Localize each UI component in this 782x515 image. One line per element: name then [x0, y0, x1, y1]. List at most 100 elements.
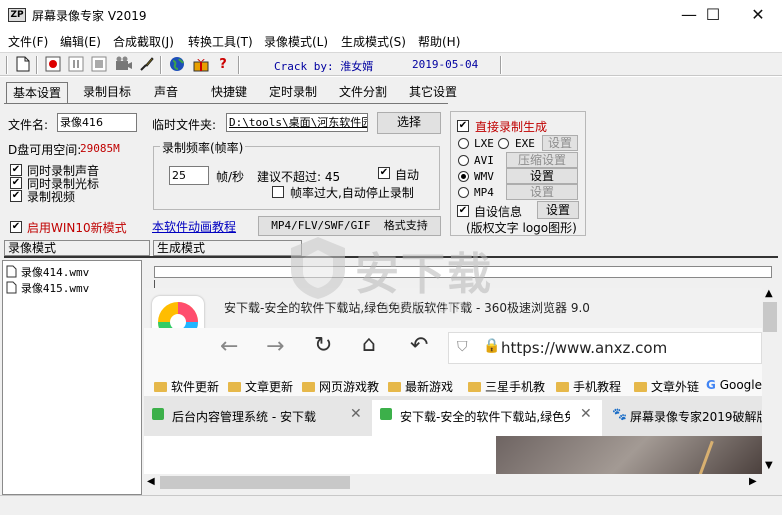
bookmark-item[interactable]: 文章更新: [228, 378, 293, 395]
browser-tab[interactable]: 🐾 屏幕录像专家2019破解版: [602, 400, 762, 432]
watermark-url: anxz.com: [379, 296, 466, 317]
menu-edit[interactable]: 编辑(E): [60, 33, 101, 50]
browser-tab-active[interactable]: 安下载-安全的软件下载站,绿色免 ✕: [372, 400, 602, 436]
video-checkbox-label: 录制视频: [27, 190, 76, 204]
vertical-scrollbar[interactable]: ▲ ▼: [762, 288, 778, 474]
tab-close-icon[interactable]: ✕: [350, 406, 362, 422]
new-file-icon[interactable]: [14, 56, 32, 74]
bookmark-item[interactable]: 软件更新: [154, 378, 219, 395]
stop-icon[interactable]: [90, 56, 108, 74]
help-icon[interactable]: ?: [214, 56, 232, 74]
menu-help[interactable]: 帮助(H): [418, 33, 460, 50]
auto-fps-checkbox[interactable]: ✔: [378, 167, 390, 179]
vertical-scroll-thumb[interactable]: [763, 302, 777, 332]
wmv-radio[interactable]: [458, 171, 469, 182]
menu-compose[interactable]: 合成截取(J): [113, 33, 174, 50]
self-info-settings-button[interactable]: 设置: [537, 201, 579, 219]
tab-file-split[interactable]: 文件分割: [334, 82, 392, 104]
menu-record-mode[interactable]: 录像模式(L): [264, 33, 328, 50]
avi-label: AVI: [474, 154, 494, 167]
win10-mode-checkbox[interactable]: ✔: [10, 221, 22, 233]
generate-mode-header: 生成模式: [153, 240, 302, 256]
page-content-photo: [496, 436, 762, 474]
tab-record-target[interactable]: 录制目标: [76, 82, 138, 104]
exe-radio[interactable]: [498, 138, 509, 149]
bookmark-item[interactable]: 网页游戏教: [302, 378, 379, 395]
win10-mode-label: 启用WIN10新模式: [27, 221, 127, 235]
tab-close-icon[interactable]: ✕: [580, 406, 592, 422]
sound-checkbox[interactable]: ✔: [10, 164, 22, 176]
bookmark-item[interactable]: 最新游戏: [388, 378, 453, 395]
wmv-settings-button[interactable]: 设置: [506, 168, 578, 184]
camera-icon[interactable]: [115, 56, 133, 74]
browse-button[interactable]: 选择: [377, 112, 441, 134]
fps-hint: 建议不超过: 45: [257, 170, 341, 184]
horizontal-scroll-thumb[interactable]: [160, 476, 350, 489]
file-list: 录像414.wmv 录像415.wmv: [2, 260, 142, 495]
cursor-checkbox[interactable]: ✔: [10, 177, 22, 189]
tab-other-settings[interactable]: 其它设置: [402, 82, 464, 104]
tab-scheduled-record[interactable]: 定时录制: [264, 82, 322, 104]
pause-icon[interactable]: [67, 56, 85, 74]
bookmark-item[interactable]: 三星手机教: [468, 378, 545, 395]
tutorial-link[interactable]: 本软件动画教程: [152, 218, 236, 235]
scroll-down-icon[interactable]: ▼: [765, 460, 773, 471]
mp4-radio[interactable]: [458, 187, 469, 198]
menu-bar: 文件(F) 编辑(E) 合成截取(J) 转换工具(T) 录像模式(L) 生成模式…: [0, 31, 782, 51]
exe-settings-button[interactable]: 设置: [542, 135, 578, 151]
back-icon[interactable]: ←: [220, 334, 238, 359]
disk-space-label: D盘可用空间:: [8, 143, 82, 157]
toolbar: ? Crack by: 淮女婿 2019-05-04: [0, 52, 782, 76]
bookmark-item[interactable]: 手机教程: [556, 378, 621, 395]
crack-credit: Crack by: 淮女婿: [274, 60, 374, 73]
tab-hotkeys[interactable]: 快捷键: [204, 82, 254, 104]
self-info-checkbox[interactable]: ✔: [457, 205, 469, 217]
list-item[interactable]: 录像415.wmv: [6, 280, 89, 296]
tab-sound[interactable]: 声音: [146, 82, 186, 104]
record-icon[interactable]: [44, 56, 62, 74]
tab-underline: [4, 103, 448, 104]
maximize-button[interactable]: ☐: [690, 0, 736, 31]
browser-tabs-bar: 后台内容管理系统 - 安下载 ✕ 安下载-安全的软件下载站,绿色免 ✕ 🐾 屏幕…: [144, 396, 762, 436]
lxe-radio[interactable]: [458, 138, 469, 149]
page-content-blank: [144, 436, 496, 474]
menu-file[interactable]: 文件(F): [8, 33, 48, 50]
avi-radio[interactable]: [458, 155, 469, 166]
paw-icon: 🐾: [612, 407, 627, 421]
tab-favicon-icon: [152, 408, 164, 420]
menu-convert[interactable]: 转换工具(T): [188, 33, 253, 50]
horizontal-scrollbar[interactable]: ◀ ▶: [144, 474, 762, 491]
video-checkbox[interactable]: ✔: [10, 190, 22, 202]
home-icon[interactable]: ⌂: [362, 332, 376, 357]
menu-generate-mode[interactable]: 生成模式(S): [341, 33, 406, 50]
direct-generate-checkbox[interactable]: ✔: [457, 120, 469, 132]
compress-settings-button[interactable]: 压缩设置: [506, 152, 578, 168]
filename-input[interactable]: 录像416: [57, 113, 137, 132]
undo-icon[interactable]: ↶: [410, 333, 428, 358]
mp4-settings-button[interactable]: 设置: [506, 184, 578, 200]
gift-icon[interactable]: [192, 56, 210, 74]
record-mode-header: 录像模式: [4, 240, 150, 256]
scroll-right-icon[interactable]: ▶: [749, 476, 757, 487]
temp-folder-input[interactable]: D:\tools\桌面\河东软件园: [226, 113, 368, 132]
refresh-icon[interactable]: ↻: [314, 333, 332, 358]
bookmark-item[interactable]: 文章外链: [634, 378, 699, 395]
fps-stop-label: 帧率过大,自动停止录制: [290, 186, 414, 200]
watermark: 安下载 anxz.com: [283, 232, 515, 332]
fps-input[interactable]: 25: [169, 166, 209, 185]
scroll-up-icon[interactable]: ▲: [765, 288, 773, 299]
fps-stop-checkbox[interactable]: [272, 186, 284, 198]
bookmark-google[interactable]: G Google: [706, 378, 762, 392]
browser-tab[interactable]: 后台内容管理系统 - 安下载 ✕: [144, 400, 372, 432]
brush-icon[interactable]: [138, 56, 156, 74]
tab-basic-settings[interactable]: 基本设置: [6, 82, 68, 104]
close-button[interactable]: ✕: [735, 0, 781, 31]
forward-icon[interactable]: →: [266, 334, 284, 359]
globe-icon[interactable]: [168, 56, 186, 74]
temp-folder-label: 临时文件夹:: [152, 118, 217, 132]
list-item[interactable]: 录像414.wmv: [6, 264, 89, 280]
scroll-left-icon[interactable]: ◀: [147, 476, 155, 487]
lock-icon: 🔒: [483, 338, 501, 354]
address-bar[interactable]: ⛉ 🔒 https://www.anxz.com: [448, 332, 762, 364]
fps-unit: 帧/秒: [216, 170, 245, 184]
